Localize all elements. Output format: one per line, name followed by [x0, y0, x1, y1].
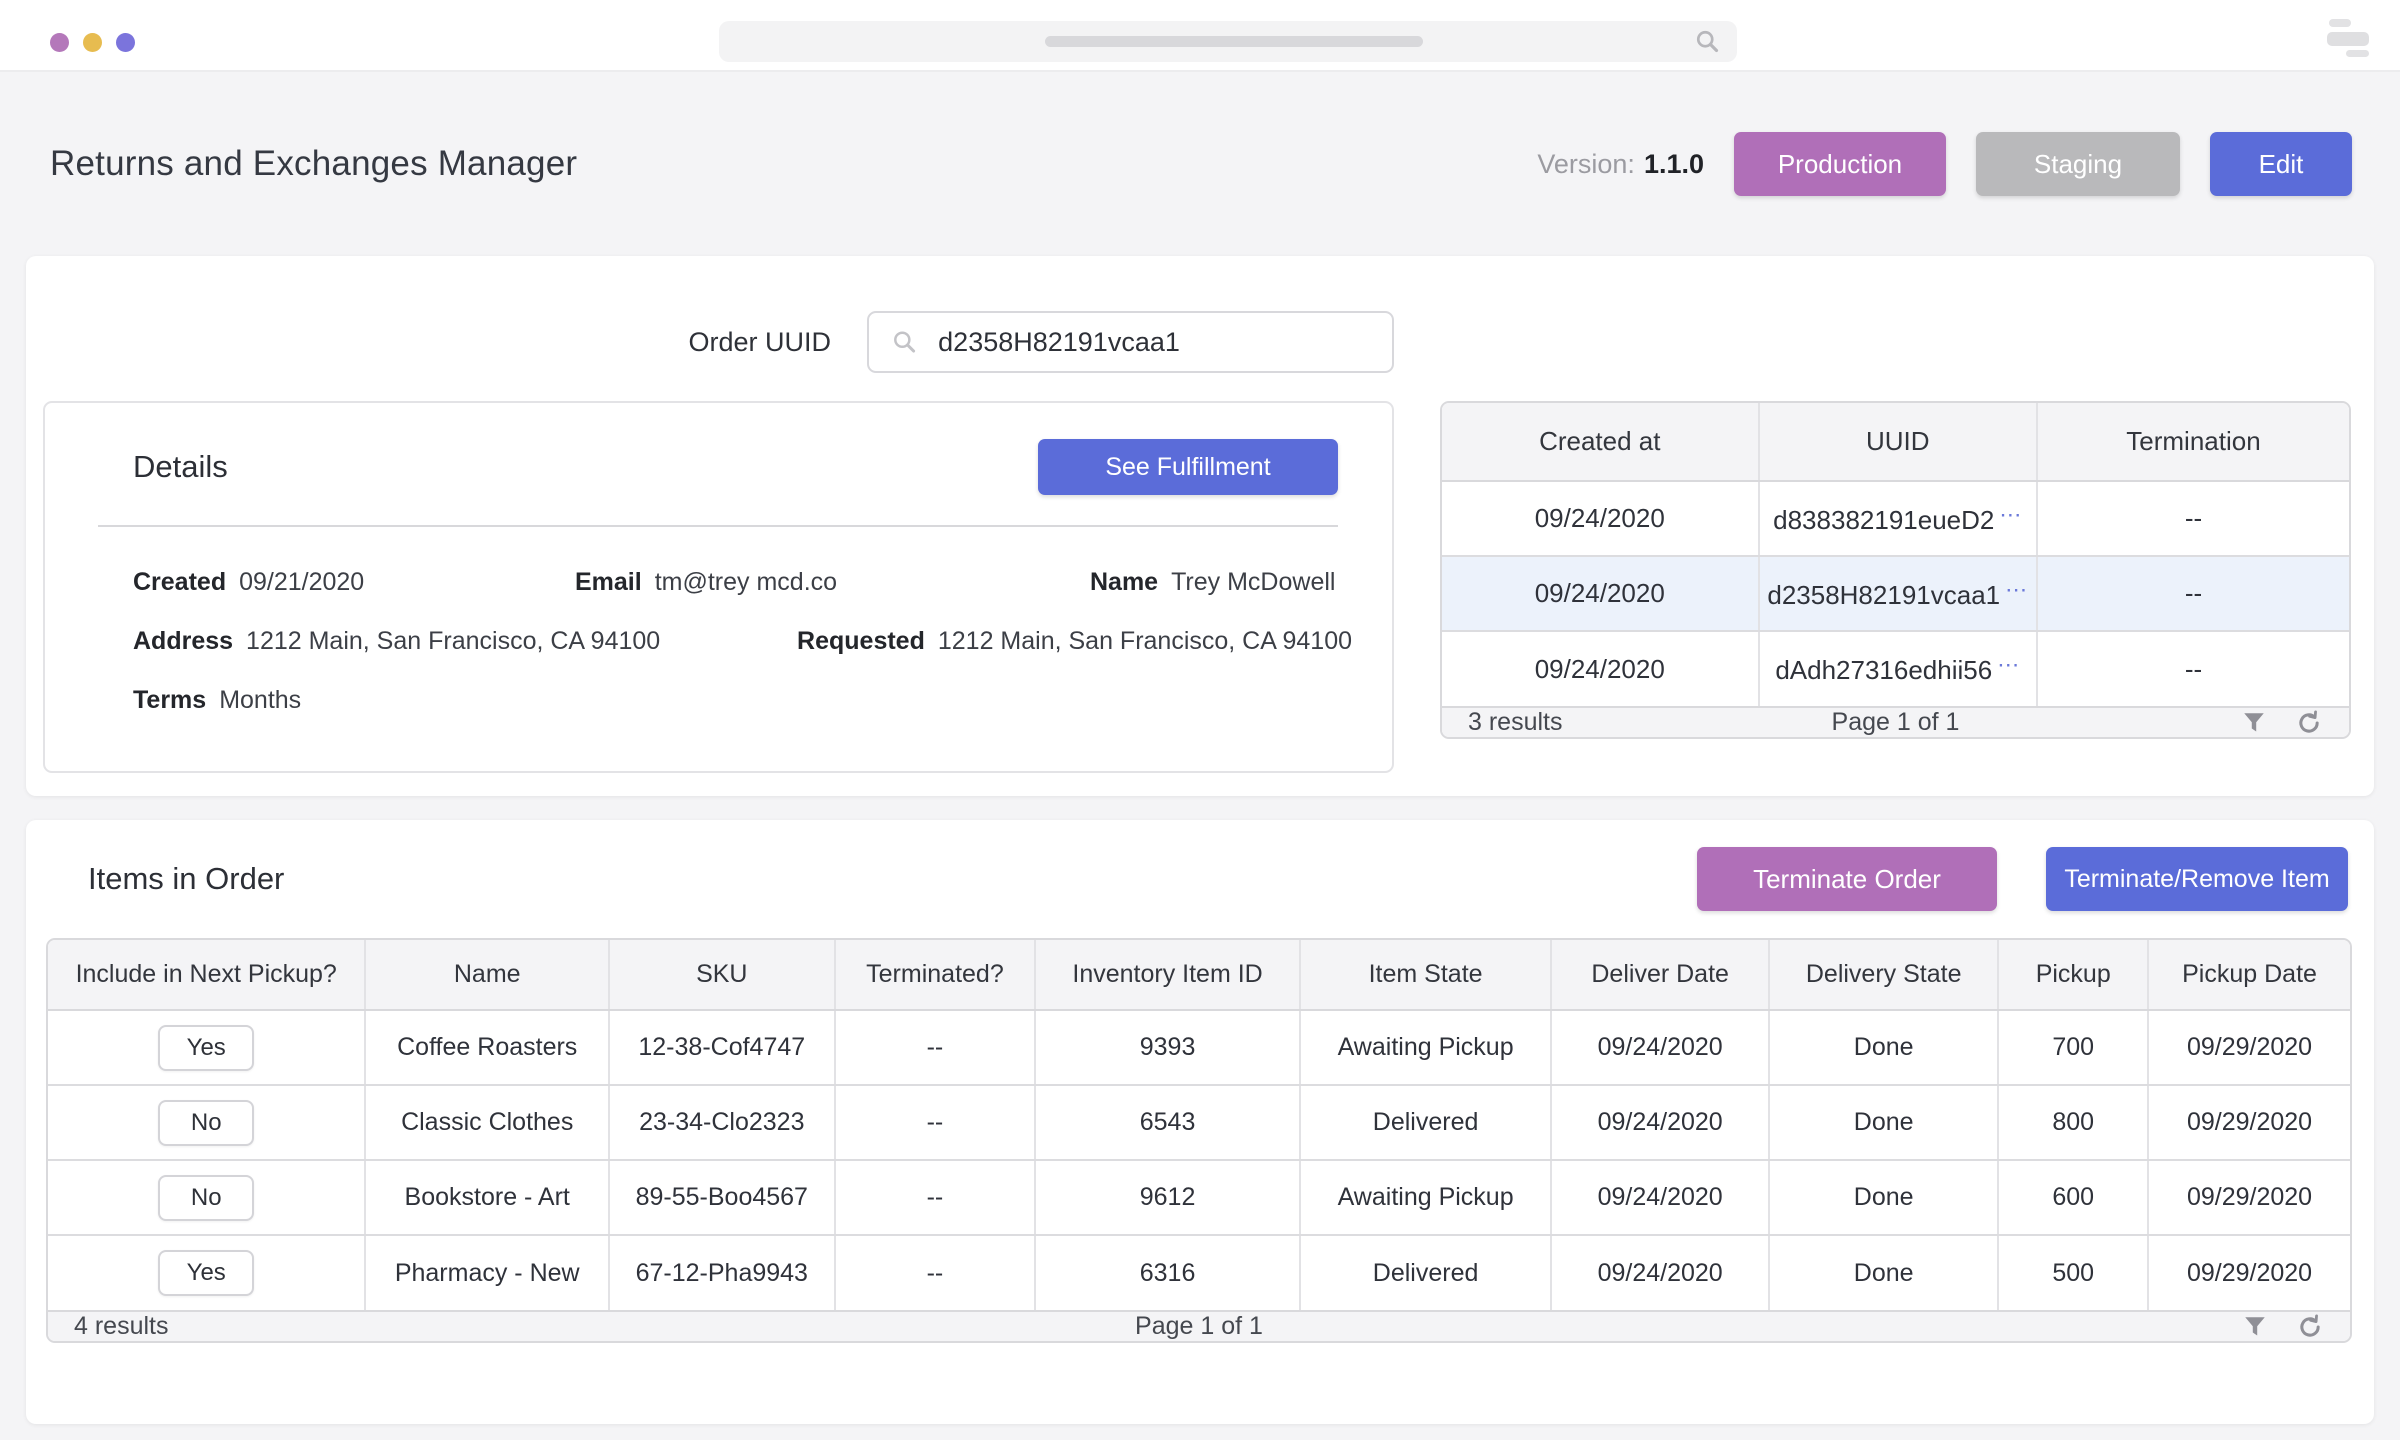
details-header: Details See Fulfillment	[45, 403, 1392, 495]
order-overview-card: Order UUID Details See Fulfillment Creat…	[26, 256, 2374, 796]
version-value: 1.1.0	[1644, 149, 1704, 179]
search-icon[interactable]	[1694, 28, 1721, 55]
expand-uuid-icon[interactable]: ⋯	[1999, 502, 2022, 527]
col-uuid[interactable]: UUID	[1759, 403, 2037, 481]
details-title: Details	[133, 449, 228, 485]
orders-page-info: Page 1 of 1	[1442, 708, 2349, 737]
window-titlebar	[0, 0, 2400, 72]
details-row: Created09/21/2020 Emailtm@trey mcd.co Na…	[133, 553, 1352, 612]
expand-uuid-icon[interactable]: ⋯	[1997, 652, 2020, 677]
details-row: TermsMonths	[133, 671, 1352, 730]
window-dot-yellow-icon[interactable]	[83, 33, 102, 52]
production-button[interactable]: Production	[1734, 132, 1946, 196]
edit-button[interactable]: Edit	[2210, 132, 2352, 196]
order-uuid-lookup: Order UUID	[26, 311, 1394, 373]
col-deliver-date[interactable]: Deliver Date	[1551, 940, 1769, 1010]
expand-uuid-icon[interactable]: ⋯	[2005, 577, 2028, 602]
col-termination[interactable]: Termination	[2037, 403, 2349, 481]
include-pickup-toggle[interactable]: No	[158, 1100, 254, 1146]
orders-header-row: Created at UUID Termination	[1442, 403, 2349, 481]
terminate-remove-item-button[interactable]: Terminate/Remove Item	[2046, 847, 2348, 911]
window-menu-icon[interactable]	[2327, 19, 2373, 57]
field-created: Created09/21/2020	[133, 568, 575, 597]
window-dot-indigo-icon[interactable]	[116, 33, 135, 52]
items-row[interactable]: No Bookstore - Art 89-55-Boo4567 -- 9612…	[48, 1160, 2350, 1235]
browser-search-bar[interactable]	[719, 21, 1737, 62]
filter-icon[interactable]	[2241, 710, 2267, 736]
details-panel: Details See Fulfillment Created09/21/202…	[43, 401, 1394, 773]
refresh-icon[interactable]	[2295, 709, 2323, 737]
field-terms: TermsMonths	[133, 686, 301, 715]
app-header: Returns and Exchanges Manager Version: 1.…	[26, 72, 2374, 256]
orders-row[interactable]: 09/24/2020 d838382191eueD2⋯ --	[1442, 481, 2349, 556]
orders-row-selected[interactable]: 09/24/2020 d2358H82191vcaa1⋯ --	[1442, 556, 2349, 631]
orders-table: Created at UUID Termination 09/24/2020 d…	[1440, 401, 2351, 739]
items-row[interactable]: Yes Pharmacy - New 67-12-Pha9943 -- 6316…	[48, 1235, 2350, 1310]
items-row[interactable]: Yes Coffee Roasters 12-38-Cof4747 -- 939…	[48, 1010, 2350, 1085]
items-in-order-card: Items in Order Terminate Order Terminate…	[26, 820, 2374, 1424]
orders-table-footer: 3 results Page 1 of 1	[1442, 706, 2349, 737]
col-pickup[interactable]: Pickup	[1998, 940, 2148, 1010]
col-pickup-date[interactable]: Pickup Date	[2148, 940, 2350, 1010]
col-created-at[interactable]: Created at	[1442, 403, 1759, 481]
field-address: Address1212 Main, San Francisco, CA 9410…	[133, 627, 797, 656]
page-title: Returns and Exchanges Manager	[50, 144, 577, 184]
col-delivery-state[interactable]: Delivery State	[1769, 940, 1999, 1010]
filter-icon[interactable]	[2242, 1314, 2268, 1340]
menu-bar-small-bottom	[2346, 50, 2369, 57]
order-uuid-input-wrap	[867, 311, 1394, 373]
details-fields: Created09/21/2020 Emailtm@trey mcd.co Na…	[45, 553, 1392, 730]
version-label: Version:	[1537, 149, 1635, 179]
order-uuid-input[interactable]	[936, 326, 1370, 359]
col-sku[interactable]: SKU	[609, 940, 835, 1010]
items-header: Items in Order Terminate Order Terminate…	[26, 820, 2374, 938]
menu-bar-large	[2327, 32, 2369, 46]
col-item-state[interactable]: Item State	[1300, 940, 1552, 1010]
include-pickup-toggle[interactable]: Yes	[158, 1250, 254, 1296]
window-dot-purple-icon[interactable]	[50, 33, 69, 52]
col-inventory-item-id[interactable]: Inventory Item ID	[1035, 940, 1299, 1010]
header-actions: Version: 1.1.0 Production Staging Edit	[1537, 132, 2352, 196]
order-uuid-label: Order UUID	[688, 327, 831, 358]
search-icon	[891, 327, 918, 357]
col-include-next-pickup[interactable]: Include in Next Pickup?	[48, 940, 365, 1010]
col-terminated[interactable]: Terminated?	[835, 940, 1036, 1010]
items-page-info: Page 1 of 1	[48, 1312, 2350, 1341]
app-page: Returns and Exchanges Manager Version: 1.…	[0, 72, 2400, 1424]
field-email: Emailtm@trey mcd.co	[575, 568, 1090, 597]
details-divider	[98, 525, 1338, 527]
include-pickup-toggle[interactable]: Yes	[158, 1025, 254, 1071]
col-name[interactable]: Name	[365, 940, 609, 1010]
field-requested: Requested1212 Main, San Francisco, CA 94…	[797, 627, 1352, 656]
items-row[interactable]: No Classic Clothes 23-34-Clo2323 -- 6543…	[48, 1085, 2350, 1160]
orders-row[interactable]: 09/24/2020 dAdh27316edhii56⋯ --	[1442, 631, 2349, 706]
see-fulfillment-button[interactable]: See Fulfillment	[1038, 439, 1338, 495]
version-info: Version: 1.1.0	[1537, 149, 1704, 180]
staging-button[interactable]: Staging	[1976, 132, 2180, 196]
items-table: Include in Next Pickup? Name SKU Termina…	[46, 938, 2352, 1343]
refresh-icon[interactable]	[2296, 1313, 2324, 1341]
items-header-row: Include in Next Pickup? Name SKU Termina…	[48, 940, 2350, 1010]
field-name: NameTrey McDowell	[1090, 568, 1335, 597]
menu-bar-small-top	[2329, 19, 2351, 27]
window-controls	[50, 33, 135, 52]
items-title: Items in Order	[88, 861, 284, 897]
include-pickup-toggle[interactable]: No	[158, 1175, 254, 1221]
items-table-footer: 4 results Page 1 of 1	[48, 1310, 2350, 1341]
url-placeholder-bar	[1045, 36, 1423, 47]
details-row: Address1212 Main, San Francisco, CA 9410…	[133, 612, 1352, 671]
terminate-order-button[interactable]: Terminate Order	[1697, 847, 1997, 911]
